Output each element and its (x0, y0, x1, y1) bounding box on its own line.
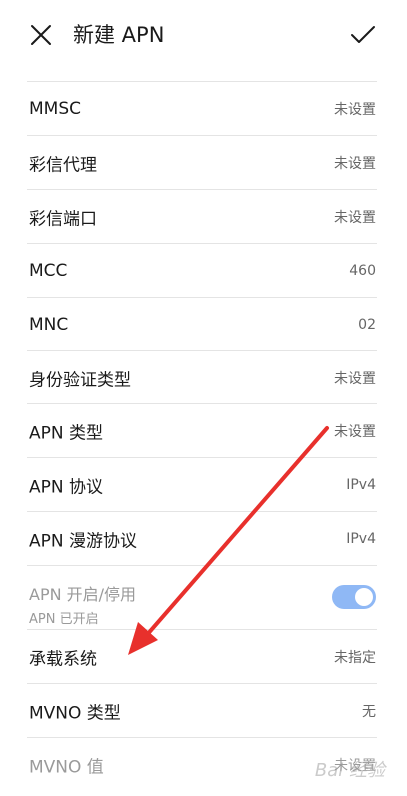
row-value: IPv4 (346, 476, 376, 493)
row-sublabel: APN 已开启 (29, 612, 99, 627)
row-apn-type[interactable]: APN 类型 未设置 (0, 404, 407, 457)
row-value: 无 (362, 703, 376, 720)
row-value: 未设置 (334, 423, 376, 440)
row-label: APN 漫游协议 (29, 531, 138, 551)
checkmark-icon (351, 26, 375, 43)
confirm-button[interactable] (349, 21, 377, 49)
row-value: 未设置 (334, 155, 376, 172)
row-value: 460 (349, 262, 376, 279)
row-apn-protocol[interactable]: APN 协议 IPv4 (0, 458, 407, 511)
row-value: 未设置 (334, 370, 376, 387)
top-bar: 新建 APN (0, 0, 407, 72)
row-label: APN 协议 (29, 477, 104, 497)
close-icon (31, 25, 51, 45)
page-title: 新建 APN (73, 23, 165, 47)
row-label: 身份验证类型 (29, 370, 131, 390)
watermark: Bai 经验 (314, 760, 385, 781)
row-bearer[interactable]: 承载系统 未指定 (0, 630, 407, 683)
screen: 新建 APN MMSC 未设置 彩信代理 未设置 彩信端口 未设置 MCC 46… (0, 0, 407, 796)
row-label: MVNO 类型 (29, 703, 121, 723)
row-label: APN 开启/停用 (29, 585, 137, 604)
row-label: MNC (29, 314, 69, 335)
row-apn-roaming-protocol[interactable]: APN 漫游协议 IPv4 (0, 512, 407, 565)
row-label: APN 类型 (29, 423, 104, 443)
close-button[interactable] (27, 21, 55, 49)
row-label: 彩信端口 (29, 209, 97, 229)
row-label: MVNO 值 (29, 757, 104, 777)
row-value: 未设置 (334, 101, 376, 118)
row-value: 02 (358, 316, 376, 333)
toggle-knob (355, 588, 373, 606)
row-label: 彩信代理 (29, 155, 97, 175)
row-mms-proxy[interactable]: 彩信代理 未设置 (0, 136, 407, 189)
row-label: 承载系统 (29, 649, 97, 669)
apn-enable-toggle[interactable] (332, 585, 376, 609)
row-mms-port[interactable]: 彩信端口 未设置 (0, 190, 407, 243)
row-mvno-type[interactable]: MVNO 类型 无 (0, 684, 407, 737)
row-auth-type[interactable]: 身份验证类型 未设置 (0, 351, 407, 404)
row-mcc[interactable]: MCC 460 (0, 244, 407, 297)
row-mmsc[interactable]: MMSC 未设置 (0, 82, 407, 135)
row-value: IPv4 (346, 530, 376, 547)
row-value: 未指定 (334, 649, 376, 666)
row-label: MCC (29, 260, 68, 281)
row-label: MMSC (29, 98, 81, 119)
row-apn-enable[interactable]: APN 开启/停用 APN 已开启 (0, 566, 407, 628)
row-mnc[interactable]: MNC 02 (0, 298, 407, 351)
row-value: 未设置 (334, 209, 376, 226)
